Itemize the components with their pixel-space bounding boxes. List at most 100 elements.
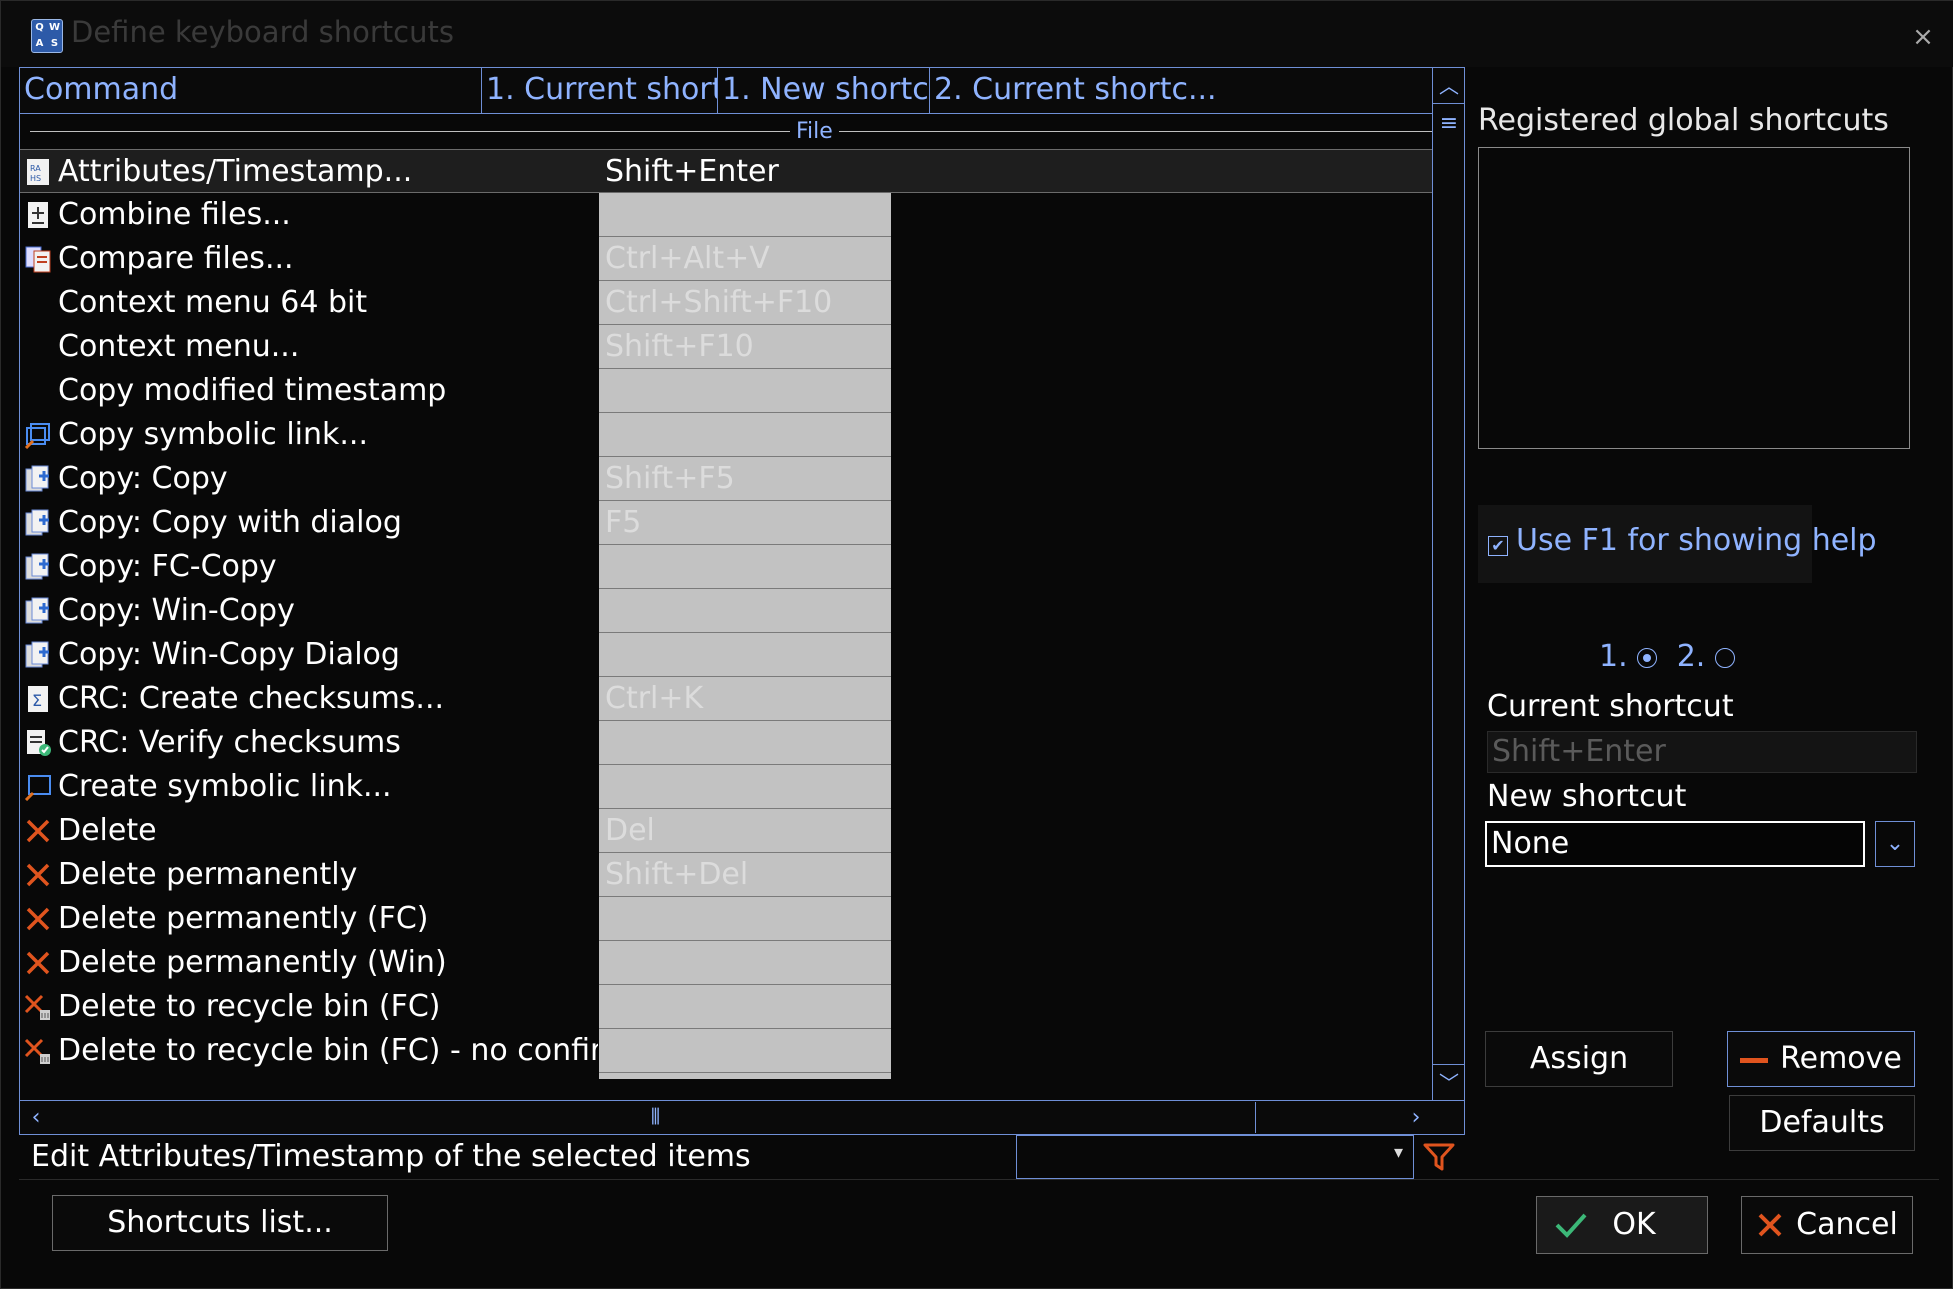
- command-row[interactable]: Delete to recycle bin (FC): [20, 985, 1432, 1029]
- current-shortcut-cell[interactable]: Ctrl+K: [599, 677, 891, 721]
- f1-help-label[interactable]: Use F1 for showing help: [1516, 523, 1877, 558]
- command-row[interactable]: Delete permanently (FC): [20, 897, 1432, 941]
- current-shortcut-cell[interactable]: [599, 721, 891, 765]
- cancel-button[interactable]: Cancel: [1741, 1196, 1913, 1254]
- command-row[interactable]: Delete to recycle bin (FC) - no confir..…: [20, 1029, 1432, 1073]
- command-row[interactable]: Delete to recycle bin (Win): [20, 1073, 1432, 1079]
- command-row[interactable]: Context menu 64 bit Ctrl+Shift+F10: [20, 281, 1432, 325]
- remove-button[interactable]: Remove: [1727, 1031, 1915, 1087]
- new-shortcut-dropdown-chevron-icon[interactable]: ⌄: [1875, 821, 1915, 867]
- current-shortcut-cell[interactable]: [599, 545, 891, 589]
- horizontal-scroll-thumb[interactable]: ⦀: [56, 1102, 1256, 1133]
- filter-funnel-icon[interactable]: [1421, 1139, 1457, 1175]
- current-shortcut-cell[interactable]: Ctrl+Shift+F10: [599, 281, 891, 325]
- command-list: RA HS Attributes/Timestamp... Shift+Enter Co…: [20, 149, 1432, 1079]
- registered-global-shortcuts-list[interactable]: [1478, 147, 1910, 449]
- shortcuts-list-button[interactable]: Shortcuts list...: [52, 1195, 388, 1251]
- defaults-button[interactable]: Defaults: [1729, 1095, 1915, 1151]
- radio-1-label[interactable]: 1.: [1599, 639, 1628, 674]
- command-row[interactable]: Copy: Win-Copy: [20, 589, 1432, 633]
- combine-files-icon: [24, 201, 52, 229]
- command-row[interactable]: Σ CRC: Create checksums... Ctrl+K: [20, 677, 1432, 721]
- current-shortcut-cell[interactable]: [599, 897, 891, 941]
- column-header-current-shortcut-1[interactable]: 1. Current shortcut: [482, 68, 718, 114]
- command-name: Context menu...: [58, 329, 300, 364]
- command-name: CRC: Create checksums...: [58, 681, 445, 716]
- command-row[interactable]: RA HS Attributes/Timestamp... Shift+Enter: [20, 149, 1432, 193]
- scroll-up-arrow-icon[interactable]: ︿: [1433, 68, 1464, 104]
- current-shortcut-cell[interactable]: Ctrl+Alt+V: [599, 237, 891, 281]
- command-row[interactable]: Context menu... Shift+F10: [20, 325, 1432, 369]
- app-icon-letter: W: [48, 22, 61, 33]
- svg-text:RA: RA: [30, 164, 41, 173]
- ok-button-label: OK: [1612, 1207, 1656, 1242]
- current-shortcut-cell[interactable]: [599, 413, 891, 457]
- current-shortcut-cell[interactable]: [599, 1073, 891, 1079]
- command-row[interactable]: Delete Del: [20, 809, 1432, 853]
- command-row[interactable]: Copy: FC-Copy: [20, 545, 1432, 589]
- command-name: CRC: Verify checksums: [58, 725, 401, 760]
- command-row[interactable]: Combine files...: [20, 193, 1432, 237]
- scroll-left-arrow-icon[interactable]: ‹: [20, 1101, 52, 1134]
- command-row[interactable]: CRC: Verify checksums: [20, 721, 1432, 765]
- current-shortcut-cell[interactable]: Shift+Enter: [599, 150, 891, 194]
- current-shortcut-cell[interactable]: [599, 589, 891, 633]
- current-shortcut-cell[interactable]: Shift+Del: [599, 853, 891, 897]
- command-row[interactable]: Copy: Copy with dialog F5: [20, 501, 1432, 545]
- radio-slot-1[interactable]: [1637, 647, 1658, 668]
- assign-button[interactable]: Assign: [1485, 1031, 1673, 1087]
- current-shortcut-cell[interactable]: [599, 633, 891, 677]
- command-row[interactable]: Copy: Win-Copy Dialog: [20, 633, 1432, 677]
- scroll-thumb[interactable]: ≡: [1437, 106, 1461, 142]
- title-bar[interactable]: Q W A S Define keyboard shortcuts ×: [1, 1, 1953, 67]
- scroll-right-arrow-icon[interactable]: ›: [1400, 1101, 1432, 1134]
- keyboard-app-icon: Q W A S: [31, 19, 63, 53]
- copy-icon: [24, 509, 52, 537]
- command-name: Copy: Copy with dialog: [58, 505, 402, 540]
- column-header-command[interactable]: Command: [20, 68, 482, 114]
- column-header-current-shortcut-2[interactable]: 2. Current shortc...: [930, 68, 1432, 114]
- command-row[interactable]: Delete permanently (Win): [20, 941, 1432, 985]
- current-shortcut-cell[interactable]: [599, 1029, 891, 1073]
- command-name: Combine files...: [58, 197, 291, 232]
- ok-button[interactable]: OK: [1536, 1196, 1708, 1254]
- f1-help-checkbox[interactable]: ✔: [1488, 536, 1508, 556]
- horizontal-scrollbar[interactable]: ‹ ⦀ ›: [20, 1100, 1464, 1134]
- vertical-scrollbar[interactable]: ︿ ≡ ﹀: [1432, 68, 1464, 1100]
- right-panel: Registered global shortcuts ✔ Use F1 for…: [1465, 67, 1940, 1179]
- group-label: File: [790, 115, 839, 149]
- current-shortcut-cell[interactable]: [599, 985, 891, 1029]
- filter-combobox[interactable]: ▾: [1016, 1135, 1414, 1179]
- copy-icon: [24, 465, 52, 493]
- command-row[interactable]: Copy symbolic link...: [20, 413, 1432, 457]
- new-shortcut-input[interactable]: None: [1485, 821, 1865, 867]
- current-shortcut-cell[interactable]: [599, 369, 891, 413]
- dropdown-arrow-icon[interactable]: ▾: [1394, 1142, 1403, 1163]
- current-shortcut-cell[interactable]: [599, 765, 891, 809]
- current-shortcut-cell[interactable]: [599, 193, 891, 237]
- shortcuts-grid[interactable]: Command 1. Current shortcut 1. New short…: [19, 67, 1465, 1135]
- f1-help-option[interactable]: ✔ Use F1 for showing help: [1478, 505, 1877, 583]
- command-row[interactable]: Create symbolic link...: [20, 765, 1432, 809]
- radio-2-label[interactable]: 2.: [1677, 639, 1706, 674]
- current-shortcut-cell[interactable]: F5: [599, 501, 891, 545]
- svg-text:Σ: Σ: [32, 691, 42, 710]
- column-header-new-shortcut-1[interactable]: 1. New shortcut: [718, 68, 930, 114]
- command-row[interactable]: Copy: Copy Shift+F5: [20, 457, 1432, 501]
- current-shortcut-cell[interactable]: Shift+F5: [599, 457, 891, 501]
- command-row[interactable]: Copy modified timestamp: [20, 369, 1432, 413]
- delete-icon: [24, 949, 52, 977]
- recycle-delete-icon: [24, 993, 52, 1021]
- current-shortcut-cell[interactable]: Shift+F10: [599, 325, 891, 369]
- cancel-button-label: Cancel: [1796, 1207, 1898, 1242]
- scroll-down-arrow-icon[interactable]: ﹀: [1433, 1064, 1464, 1100]
- close-button[interactable]: ×: [1892, 9, 1953, 65]
- command-row[interactable]: Compare files... Ctrl+Alt+V: [20, 237, 1432, 281]
- copy-icon: [24, 641, 52, 669]
- command-row[interactable]: Delete permanently Shift+Del: [20, 853, 1432, 897]
- radio-slot-2[interactable]: [1714, 647, 1735, 668]
- command-name: Delete permanently: [58, 857, 358, 892]
- current-shortcut-cell[interactable]: Del: [599, 809, 891, 853]
- current-shortcut-cell[interactable]: [599, 941, 891, 985]
- app-icon-letter: S: [50, 38, 59, 49]
